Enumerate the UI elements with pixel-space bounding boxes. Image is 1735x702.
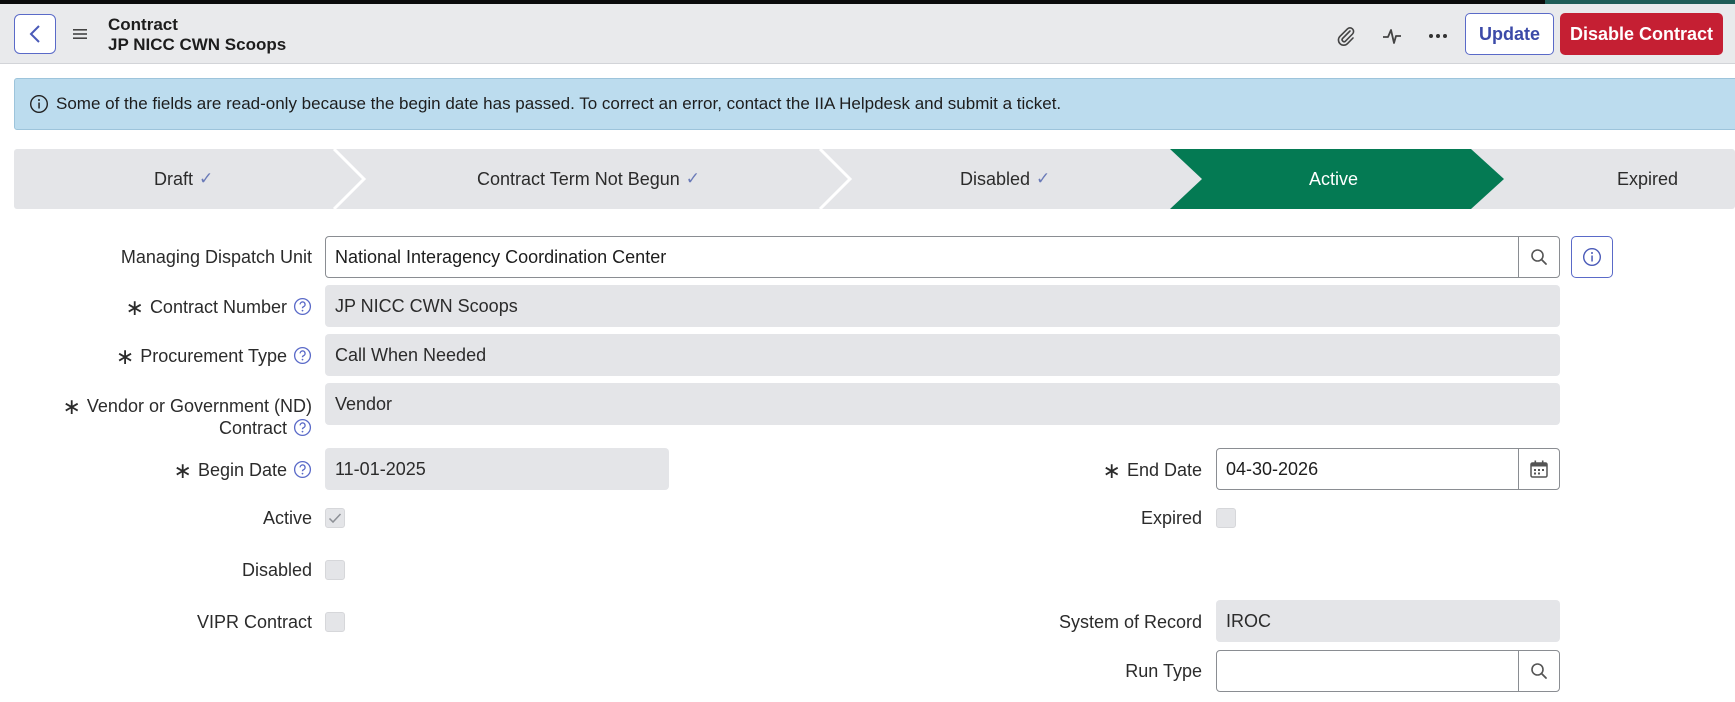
disabled-label-text: Disabled [241,560,312,580]
vendor-or-government-label-line2: Contract [218,418,287,438]
banner-text: Some of the fields are read-only because… [56,94,1062,113]
disabled-checkbox [325,560,345,580]
vendor-or-government-label-2: Contract [219,417,312,439]
contract-number-field: JP NICC CWN Scoops [325,285,1560,327]
info-icon [29,94,49,114]
expired-checkbox [1216,508,1236,528]
search-icon [1531,663,1547,679]
record-type: Contract [108,15,178,34]
record-title: Contract JP NICC CWN Scoops [108,15,286,55]
active-label: Active [263,507,312,529]
step-contract-term-not-begun: Contract Term Not Begun ✓ [477,149,700,209]
step-active-label: Active [1309,168,1359,189]
back-button[interactable] [14,14,56,54]
step-active: Active [1309,149,1358,209]
managing-dispatch-unit-input[interactable]: National Interagency Coordination Center [325,236,1520,278]
begin-date-field: 11-01-2025 [325,448,669,490]
disable-contract-button[interactable]: Disable Contract [1560,13,1723,55]
vipr-contract-label-text: VIPR Contract [196,612,312,632]
system-of-record-label-text: System of Record [1058,612,1202,632]
reference-info-button[interactable] [1571,236,1613,278]
contract-form-page: Contract JP NICC CWN Scoops Update Disab… [0,0,1735,702]
managing-dispatch-unit-label: Managing Dispatch Unit [121,246,312,268]
step-draft: Draft ✓ [154,149,213,209]
expired-label-text: Expired [1140,508,1202,528]
active-label-text: Active [262,508,312,528]
more-options-icon [1429,34,1447,38]
procurement-type-label-text: Procurement Type [140,346,287,366]
activity-icon [1383,29,1401,44]
contract-number-label: ∗ Contract Number [125,295,313,320]
active-checkbox [325,508,345,528]
disabled-label: Disabled [242,559,312,581]
managing-dispatch-unit-lookup-button[interactable] [1518,236,1560,278]
run-type-label-text: Run Type [1125,661,1202,681]
step-expired: Expired [1617,149,1678,209]
info-icon [1582,247,1602,267]
managing-dispatch-unit-label-text: Managing Dispatch Unit [120,247,312,267]
read-only-info-banner: Some of the fields are read-only because… [14,78,1735,130]
required-marker: ∗ [115,344,135,369]
check-icon: ✓ [199,169,214,188]
system-of-record-label: System of Record [1059,611,1202,633]
more-options-button[interactable] [1425,24,1451,48]
check-icon: ✓ [685,169,701,188]
step-disabled-label: Disabled [960,168,1031,189]
procurement-type-label: ∗ Procurement Type [115,344,312,369]
vendor-or-government-label: ∗ Vendor or Government (ND) [62,394,312,419]
attachment-button[interactable] [1333,24,1359,48]
hamburger-menu-icon[interactable] [72,26,90,42]
required-marker: ∗ [125,295,144,320]
search-icon [1531,249,1547,265]
record-name: JP NICC CWN Scoops [108,35,287,54]
required-marker: ∗ [173,458,192,483]
help-icon[interactable] [293,346,312,365]
help-icon[interactable] [293,418,312,437]
vipr-contract-label: VIPR Contract [197,611,312,633]
vendor-or-government-label-line1: Vendor or Government (ND) [86,396,312,416]
step-expired-label: Expired [1617,168,1679,189]
update-button[interactable]: Update [1465,13,1554,55]
end-date-label-text: End Date [1126,460,1202,480]
run-type-lookup-button[interactable] [1518,650,1560,692]
vendor-or-government-field: Vendor [325,383,1560,425]
help-icon[interactable] [293,460,312,479]
calendar-icon [1530,460,1548,478]
step-draft-label: Draft [154,168,194,189]
vipr-contract-checkbox [325,612,345,632]
expired-label: Expired [1141,507,1202,529]
run-type-input[interactable] [1216,650,1520,692]
contract-number-label-text: Contract Number [149,297,287,317]
activity-button[interactable] [1379,24,1405,48]
system-of-record-field: IROC [1216,600,1560,642]
required-marker: ∗ [1102,458,1121,483]
paperclip-icon [1337,27,1355,47]
end-date-label: ∗ End Date [1102,458,1203,483]
run-type-label: Run Type [1125,660,1202,682]
check-icon [328,513,342,524]
end-date-picker-button[interactable] [1518,448,1560,490]
step-contract-term-label: Contract Term Not Begun [477,168,680,189]
begin-date-label-text: Begin Date [197,460,287,480]
begin-date-label: ∗ Begin Date [173,458,313,483]
procurement-type-field: Call When Needed [325,334,1560,376]
record-header: Contract JP NICC CWN Scoops Update Disab… [0,4,1735,64]
help-icon[interactable] [293,297,312,316]
step-disabled: Disabled ✓ [960,149,1050,209]
check-icon: ✓ [1036,169,1051,188]
end-date-input[interactable]: 04-30-2026 [1216,448,1520,490]
stepper-chevrons [14,149,1735,209]
back-icon [29,25,40,43]
required-marker: ∗ [62,394,81,419]
contract-state-stepper: Draft ✓ Contract Term Not Begun ✓ Disabl… [14,149,1735,209]
